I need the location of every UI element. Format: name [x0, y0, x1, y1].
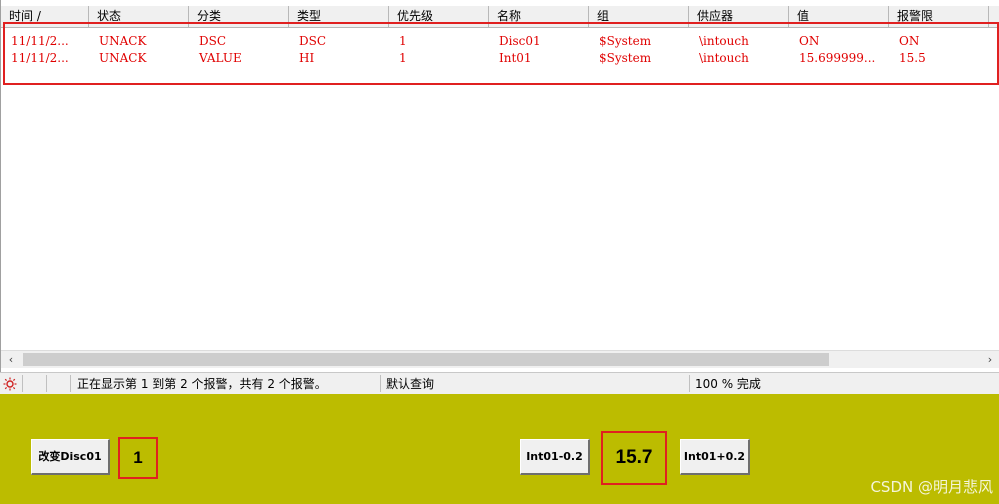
column-header[interactable]: 时间 / — [1, 6, 89, 28]
column-header[interactable]: 供应器 — [689, 6, 789, 28]
alarm-cell: UNACK — [99, 34, 147, 48]
status-progress: 100 % 完成 — [695, 377, 761, 391]
status-query: 默认查询 — [386, 377, 435, 391]
alarm-cell: 1 — [399, 34, 407, 48]
grid-header: 时间 / 状态 分类 类型 优先级 名称组供应器值报警限 — [1, 6, 999, 28]
alarm-row[interactable]: 11/11/2... UNACK VALUE HI 1 Int01 $System \into… — [1, 50, 999, 66]
horizontal-scrollbar[interactable]: ‹ › — [1, 350, 999, 368]
column-header[interactable]: 组 — [589, 6, 689, 28]
alarm-grid[interactable]: 时间 / 状态 分类 类型 优先级 名称组供应器值报警限 11/11/2... UNACK D… — [0, 0, 999, 372]
alarm-cell: HI — [299, 51, 315, 65]
change-disc01-button[interactable]: 改变Disc01 — [31, 439, 110, 475]
alarm-cell: \intouch — [699, 34, 749, 48]
scrollbar-thumb[interactable] — [23, 353, 829, 366]
alarm-cell: 1 — [399, 51, 407, 65]
app-window: 时间 / 状态 分类 类型 优先级 名称组供应器值报警限 11/11/2... UNACK D… — [0, 0, 999, 504]
column-header[interactable]: 状态 — [89, 6, 189, 28]
int01-increment-button[interactable]: Int01+0.2 — [680, 439, 750, 475]
alarm-cell: 15.5 — [899, 51, 926, 65]
column-header[interactable]: 报警限 — [889, 6, 989, 28]
alarm-cell: 11/11/2... — [11, 51, 69, 65]
alarm-row[interactable]: 11/11/2... UNACK DSC DSC 1 Disc01 $System \into… — [1, 33, 999, 49]
alarm-sun-icon — [3, 375, 19, 393]
scroll-right-icon[interactable]: › — [980, 351, 999, 368]
alarm-cell: DSC — [299, 34, 327, 48]
alarm-cell: 15.699999... — [799, 51, 876, 65]
watermark: CSDN @明月悲风 — [870, 478, 993, 496]
alarm-cell: Int01 — [499, 51, 532, 65]
column-header-stub — [989, 6, 999, 28]
alarm-cell: $System — [599, 51, 652, 65]
column-header[interactable]: 值 — [789, 6, 889, 28]
alarm-cell: DSC — [199, 34, 227, 48]
column-header[interactable]: 类型 — [289, 6, 389, 28]
column-header[interactable]: 优先级 — [389, 6, 489, 28]
alarm-cell: Disc01 — [499, 34, 541, 48]
alarm-cell: ON — [899, 34, 920, 48]
status-bar: 正在显示第 1 到第 2 个报警，共有 2 个报警。 默认查询 100 % 完成 — [0, 372, 999, 394]
int01-decrement-button[interactable]: Int01-0.2 — [520, 439, 590, 475]
alarm-cell: ON — [799, 34, 820, 48]
alarm-cell: 11/11/2... — [11, 34, 69, 48]
scroll-left-icon[interactable]: ‹ — [1, 351, 21, 368]
column-header[interactable]: 名称 — [489, 6, 589, 28]
column-header[interactable]: 分类 — [189, 6, 289, 28]
alarm-cell: UNACK — [99, 51, 147, 65]
disc01-value: 1 — [118, 437, 158, 479]
alarm-cell: \intouch — [699, 51, 749, 65]
control-panel: 改变Disc01 1 Int01-0.2 15.7 Int01+0.2 CSDN… — [0, 394, 999, 504]
status-message: 正在显示第 1 到第 2 个报警，共有 2 个报警。 — [77, 377, 327, 391]
int01-value: 15.7 — [601, 431, 667, 485]
alarm-cell: $System — [599, 34, 652, 48]
alarm-cell: VALUE — [199, 51, 242, 65]
